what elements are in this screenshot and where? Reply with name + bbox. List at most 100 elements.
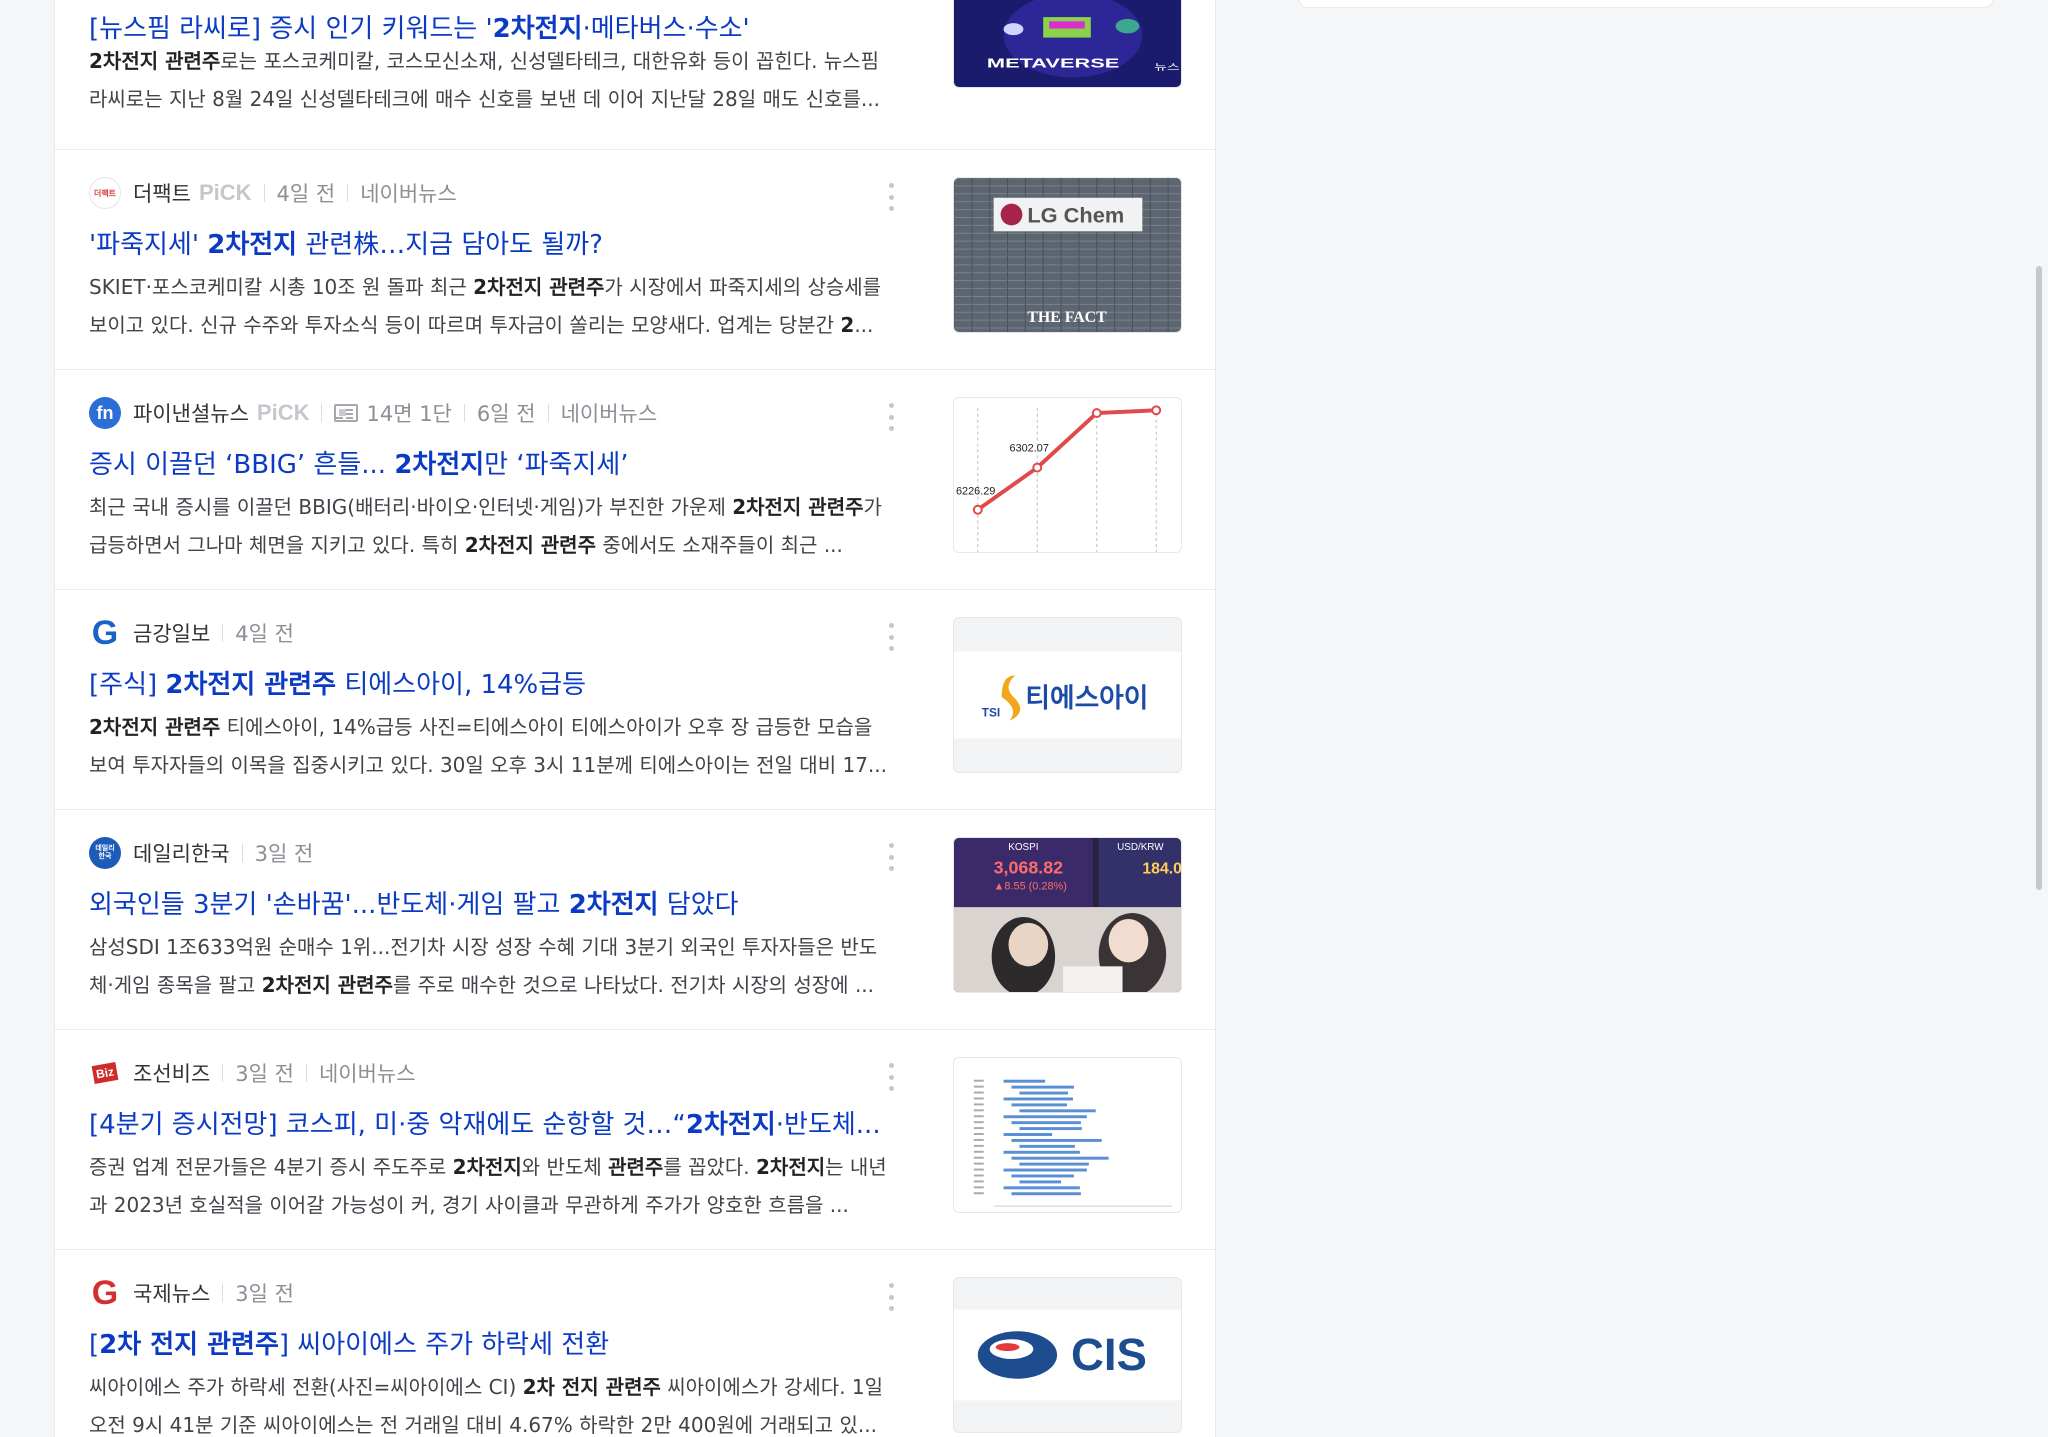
snippet-text: SKIET·포스코케미칼 시총 10조 원 돌파 최근 <box>89 275 474 299</box>
snippet-highlight: 2차전지 관련주 <box>261 973 393 997</box>
scrollbar-thumb[interactable] <box>2036 266 2042 890</box>
more-options-dot <box>888 843 894 848</box>
press-name-link[interactable]: 데일리한국 <box>133 838 230 868</box>
article-headline-link[interactable]: 증시 이끌던 ‘BBIG’ 흔들... 2차전지만 ‘파죽지세’ <box>89 444 889 481</box>
more-options-icon[interactable] <box>883 180 899 214</box>
article-headline-link[interactable]: 외국인들 3분기 '손바꿈'...반도체·게임 팔고 2차전지 담았다 <box>89 884 889 921</box>
chart-bar <box>1003 1079 1046 1083</box>
press-logo-icon: 데일리한국 <box>89 837 121 869</box>
article-snippet: 2차전지 관련주 티에스아이, 14%급등 사진=티에스아이 티에스아이가 오후… <box>89 708 889 784</box>
paper-position-text: 14면 1단 <box>366 402 452 426</box>
news-article: 더팩트 더팩트 PiCK 4일 전 네이버뉴스 '파죽지세' 2차전지 관련株…지금 담아… <box>55 150 1215 370</box>
thumb-lgchem-text: LG Chem <box>1027 202 1124 227</box>
chart-point <box>972 504 983 515</box>
article-thumbnail[interactable]: TSI 티에스아이 <box>953 617 1182 773</box>
chart-bar <box>1019 1109 1096 1113</box>
naver-news-link[interactable]: 네이버뉴스 <box>319 1058 416 1088</box>
thumb-kospi-value: 3,068.82 <box>994 858 1064 878</box>
chart-bar <box>1019 1091 1068 1095</box>
chart-bar <box>1003 1186 1080 1190</box>
more-options-dot <box>888 646 894 651</box>
newspaper-icon <box>334 404 359 422</box>
more-options-icon[interactable] <box>883 400 899 434</box>
pick-badge: PiCK <box>256 400 310 425</box>
article-snippet: 2차전지 관련주로는 포스코케미칼, 코스모신소재, 신성델타테크, 대한유화 … <box>89 42 889 118</box>
chart-point <box>1032 462 1043 473</box>
chart-bar <box>1011 1121 1081 1125</box>
article-time: 4일 전 <box>235 622 294 646</box>
more-options-dot <box>888 1074 894 1080</box>
press-logo-text: G <box>91 1277 119 1309</box>
press-name-link[interactable]: 조선비즈 <box>133 1058 210 1088</box>
chart-bar <box>1019 1180 1062 1184</box>
article-time: 3일 전 <box>254 842 314 866</box>
chart-bar <box>1003 1115 1087 1119</box>
article-time: 6일 전 <box>476 402 536 426</box>
naver-news-link[interactable]: 네이버뉴스 <box>561 398 658 428</box>
chart-bar <box>1011 1192 1081 1196</box>
thumb-tsi-small-text: TSI <box>982 706 1000 720</box>
headline-highlight: 2차전지 <box>685 1110 776 1140</box>
headline-text: 티에스아이, 14%급등 <box>336 670 587 700</box>
meta-divider <box>547 404 549 422</box>
more-options-dot <box>888 206 894 211</box>
thumb-tsi-text: 티에스아이 <box>1025 683 1148 714</box>
headline-text: ·반도체... <box>775 1110 881 1140</box>
article-thumbnail[interactable]: CIS <box>953 1277 1182 1433</box>
more-options-icon[interactable] <box>883 840 899 874</box>
more-options-dot <box>888 403 894 408</box>
press-name-link[interactable]: 더팩트 <box>133 178 191 208</box>
article-thumbnail[interactable]: LG Chem THE FACT <box>953 177 1182 333</box>
more-options-icon[interactable] <box>883 1280 899 1314</box>
snippet-text: 씨아이에스 주가 하락세 전환(사진=씨아이에스 CI) <box>89 1375 523 1399</box>
chart-bar <box>1003 1168 1087 1172</box>
press-name-link[interactable]: 금강일보 <box>133 618 210 648</box>
meta-divider <box>222 1064 224 1082</box>
more-options-dot <box>888 1086 894 1091</box>
meta-divider <box>321 404 323 422</box>
naver-news-link[interactable]: 네이버뉴스 <box>360 178 457 208</box>
chart-point <box>1151 405 1162 416</box>
article-thumbnail[interactable]: METAVERSE 뉴스 <box>953 0 1182 88</box>
snippet-highlight: 2차 전지 관련주 <box>522 1375 661 1399</box>
headline-text: 담았다 <box>658 890 739 920</box>
article-thumbnail[interactable]: KOSPI 3,068.82 ▲8.55 (0.28%) USD/KRW 184.0 <box>953 837 1182 993</box>
chart-point <box>1091 408 1102 419</box>
news-article: G 금강일보 4일 전 [주식] 2차전지 관련주 티에스아이, 14%급등 2차전지 … <box>55 590 1215 810</box>
press-logo-text: 데일리한국 <box>95 845 115 860</box>
article-headline-link[interactable]: [주식] 2차전지 관련주 티에스아이, 14%급등 <box>89 664 889 701</box>
headline-text: [주식] <box>89 670 166 700</box>
press-logo-text: fn <box>96 402 114 423</box>
snippet-text: 중에서도 소재주들이 최근 ... <box>595 533 843 557</box>
article-time: 4일 전 <box>276 182 336 206</box>
headline-highlight: 2차전지 <box>394 450 485 480</box>
headline-text: [ <box>89 1330 100 1360</box>
article-thumbnail[interactable]: 6226.29 6302.07 <box>953 397 1182 553</box>
meta-divider <box>241 844 243 862</box>
article-headline-link[interactable]: [4분기 증시전망] 코스피, 미·중 악재에도 순항할 것…“2차전지·반도체… <box>89 1104 889 1141</box>
more-options-dot <box>888 183 894 188</box>
press-logo-icon: fn <box>89 397 121 429</box>
article-meta: G 금강일보 4일 전 <box>89 616 294 650</box>
article-thumbnail[interactable] <box>953 1057 1182 1213</box>
more-options-icon[interactable] <box>883 1060 899 1094</box>
article-snippet: 최근 국내 증시를 이끌던 BBIG(배터리·바이오·인터넷·게임)가 부진한 … <box>89 488 889 564</box>
more-options-dot <box>888 854 894 860</box>
article-headline-link[interactable]: [2차 전지 관련주] 씨아이에스 주가 하락세 전환 <box>89 1324 889 1361</box>
press-logo-icon: G <box>89 617 121 649</box>
article-headline-link[interactable]: [뉴스핌 라씨로] 증시 인기 키워드는 '2차전지·메타버스·수소' <box>89 8 889 45</box>
more-options-icon[interactable] <box>883 620 899 654</box>
article-snippet: 증권 업계 전문가들은 4분기 증시 주도주로 2차전지와 반도체 관련주를 꼽… <box>89 1148 889 1224</box>
article-meta: Biz 조선비즈 3일 전 네이버뉴스 <box>89 1056 416 1090</box>
article-headline-link[interactable]: '파죽지세' 2차전지 관련株…지금 담아도 될까? <box>89 224 889 261</box>
headline-text: ] 씨아이에스 주가 하락세 전환 <box>278 1330 610 1360</box>
headline-highlight: 2차전지 <box>568 890 659 920</box>
article-time: 3일 전 <box>235 1282 294 1306</box>
chart-bar <box>1003 1097 1073 1101</box>
meta-divider <box>263 184 265 202</box>
press-name-link[interactable]: 파이낸셜뉴스 <box>133 398 249 428</box>
chart-bar <box>1003 1133 1053 1136</box>
press-name-link[interactable]: 국제뉴스 <box>133 1278 210 1308</box>
lg-logo-shape <box>1000 203 1023 226</box>
thumb-kospi-change: ▲8.55 (0.28%) <box>994 880 1067 892</box>
